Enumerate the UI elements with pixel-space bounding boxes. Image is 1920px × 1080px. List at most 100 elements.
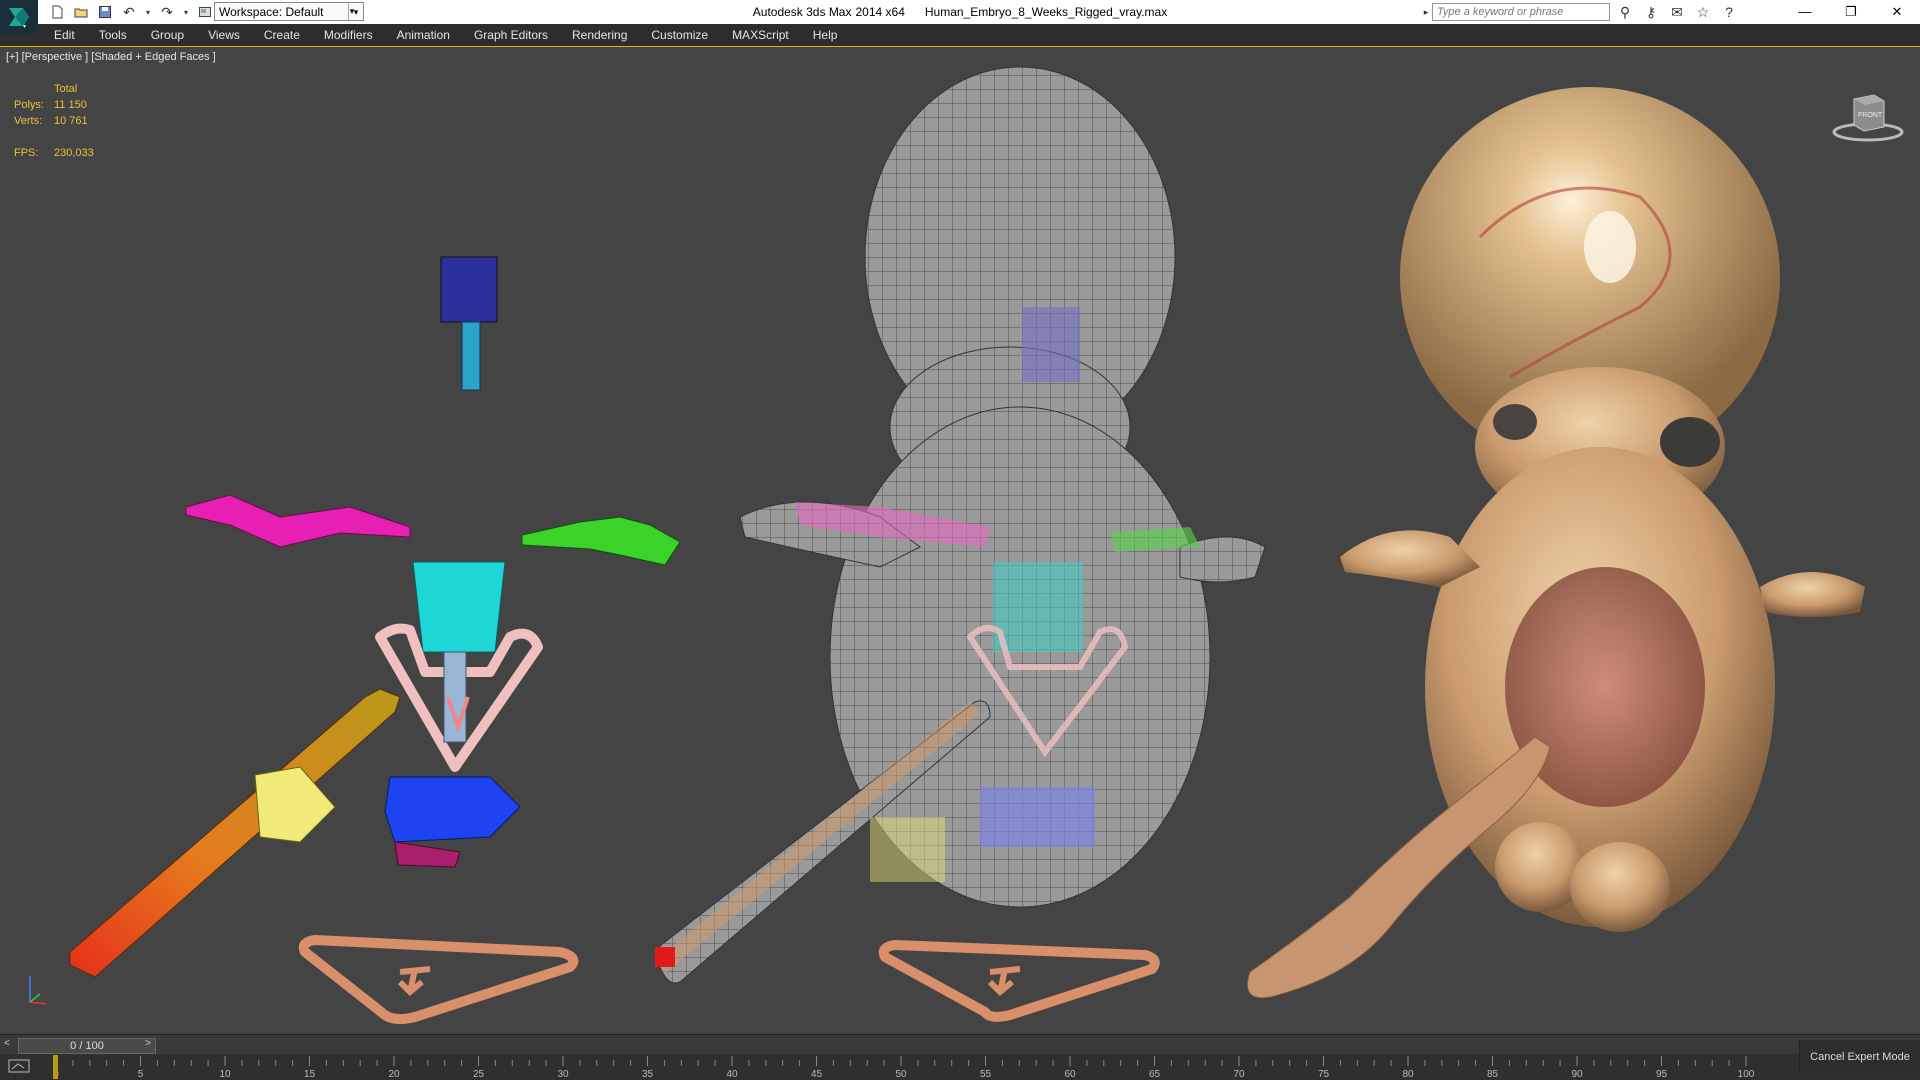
qat-customize-icon[interactable]: ▾ — [346, 2, 358, 21]
verts-value: 10 761 — [54, 115, 88, 127]
spine-bone[interactable] — [412, 561, 506, 653]
favorites-star-icon[interactable]: ☆ — [1694, 3, 1712, 21]
viewcube-face-label: FRONT — [1858, 112, 1883, 119]
workspace-dropdown[interactable]: Workspace: Default ▾ — [214, 2, 364, 21]
umbilical-cord-bones[interactable] — [69, 688, 401, 978]
chevron-right-icon[interactable]: > — [141, 1038, 155, 1052]
frame-tick-label: 25 — [473, 1069, 485, 1080]
menu-animation[interactable]: Animation — [397, 28, 462, 42]
communication-center-icon[interactable]: ✉ — [1668, 3, 1686, 21]
app-menu-button[interactable]: ▾ — [0, 0, 38, 34]
head-bone[interactable] — [440, 256, 498, 323]
frame-tick-label: 40 — [726, 1069, 738, 1080]
menu-views[interactable]: Views — [208, 28, 252, 42]
app-name: Autodesk 3ds Max — [752, 5, 852, 19]
neck-bone[interactable] — [461, 321, 481, 391]
infocenter-search: ▸ — [1420, 2, 1610, 22]
close-button[interactable]: ✕ — [1874, 0, 1920, 24]
menu-edit[interactable]: Edit — [54, 28, 87, 42]
undo-icon[interactable]: ↶ — [120, 3, 138, 21]
svg-text:▾: ▾ — [23, 24, 26, 30]
search-input[interactable] — [1432, 3, 1610, 21]
frame-tick-label: 80 — [1402, 1069, 1414, 1080]
chevron-left-icon[interactable]: < — [4, 1038, 14, 1052]
verts-label: Verts: — [14, 115, 43, 127]
minimize-button[interactable]: — — [1782, 0, 1828, 24]
perspective-viewport[interactable]: [+] [Perspective ] [Shaded + Edged Faces… — [0, 46, 1920, 1035]
frame-tick-label: 100 — [1738, 1069, 1755, 1080]
rendered-embryo-model[interactable] — [1247, 87, 1866, 999]
hip-bone[interactable] — [443, 651, 467, 743]
stats-header: Total — [54, 83, 78, 95]
workspace-label: Workspace: Default — [219, 5, 324, 19]
frame-tick-label: 60 — [1064, 1069, 1076, 1080]
frame-ruler[interactable]: 0510152025303540455055606570758085909510… — [52, 1054, 1792, 1080]
time-slider[interactable]: 0 / 100 — [18, 1038, 156, 1054]
left-leg-bone[interactable] — [254, 766, 336, 843]
left-arm-bone[interactable] — [185, 494, 411, 548]
file-name: Human_Embryo_8_Weeks_Rigged_vray.max — [924, 5, 1168, 19]
save-file-icon[interactable] — [96, 3, 114, 21]
frame-tick-label: 90 — [1571, 1069, 1583, 1080]
frame-tick-label: 15 — [304, 1069, 316, 1080]
maximize-button[interactable]: ❐ — [1828, 0, 1874, 24]
frame-tick-label: 45 — [811, 1069, 823, 1080]
right-arm-bone[interactable] — [521, 516, 681, 566]
menu-graph-editors[interactable]: Graph Editors — [474, 28, 560, 42]
frame-tick-label: 55 — [980, 1069, 992, 1080]
menu-rendering[interactable]: Rendering — [572, 28, 639, 42]
infocenter-tools: ⚲ ⚷ ✉ ☆ ? — [1616, 3, 1738, 21]
menu-create[interactable]: Create — [264, 28, 312, 42]
frame-tick-label: 85 — [1487, 1069, 1499, 1080]
redo-dropdown-icon[interactable]: ▾ — [182, 3, 190, 21]
wireframe-embryo-mesh[interactable] — [654, 66, 1266, 1022]
app-version: 2014 x64 — [855, 5, 905, 19]
project-folder-icon[interactable] — [196, 3, 214, 21]
frame-tick-label: 10 — [219, 1069, 231, 1080]
polys-value: 11 150 — [54, 99, 87, 111]
frame-tick-label: 20 — [388, 1069, 400, 1080]
menu-maxscript[interactable]: MAXScript — [732, 28, 801, 42]
frame-tick-label: 50 — [895, 1069, 907, 1080]
menu-modifiers[interactable]: Modifiers — [324, 28, 385, 42]
track-bar: 0510152025303540455055606570758085909510… — [0, 1054, 1920, 1080]
root-arrow — [397, 966, 431, 997]
viewport-label-menu[interactable]: [+] [Perspective ] [Shaded + Edged Faces… — [6, 51, 216, 63]
open-file-icon[interactable] — [72, 3, 90, 21]
quick-access-toolbar: ↶ ▾ ↷ ▾ — [48, 3, 214, 21]
search-expand-icon[interactable]: ▸ — [1420, 2, 1432, 22]
frame-tick-label: 35 — [642, 1069, 654, 1080]
window-controls: — ❐ ✕ — [1782, 0, 1920, 24]
menu-help[interactable]: Help — [813, 28, 850, 42]
frame-tick-label: 5 — [138, 1069, 144, 1080]
redo-icon[interactable]: ↷ — [158, 3, 176, 21]
time-slider-bar: < 0 / 100 > — [0, 1034, 1920, 1055]
title-bar: ▾ ↶ ▾ ↷ ▾ Workspace: Default ▾ ▾ Autodes… — [0, 0, 1920, 34]
new-file-icon[interactable] — [48, 3, 66, 21]
menu-group[interactable]: Group — [151, 28, 196, 42]
root-control[interactable] — [298, 935, 579, 1025]
frame-tick-label: 70 — [1233, 1069, 1245, 1080]
frame-tick-label: 30 — [557, 1069, 569, 1080]
polys-label: Polys: — [14, 99, 44, 111]
scene-statistics: Total Polys: 11 150 Verts: 10 761 FPS: 230,… — [14, 81, 94, 161]
bone-rig[interactable] — [69, 256, 681, 1025]
mesh-leg-overlay — [980, 787, 1095, 847]
axis-tripod-icon — [29, 976, 47, 1005]
undo-dropdown-icon[interactable]: ▾ — [144, 3, 152, 21]
subscription-key-icon[interactable]: ⚷ — [1642, 3, 1660, 21]
right-leg-bone[interactable] — [384, 776, 521, 843]
help-icon[interactable]: ? — [1720, 3, 1738, 21]
mini-curve-editor-icon[interactable] — [8, 1059, 32, 1075]
menu-customize[interactable]: Customize — [651, 28, 720, 42]
binoculars-icon[interactable]: ⚲ — [1616, 3, 1634, 21]
fps-value: 230,033 — [54, 147, 94, 159]
viewcube-icon[interactable]: FRONT — [1828, 85, 1908, 145]
frame-tick-label: 65 — [1149, 1069, 1161, 1080]
menu-bar: Edit Tools Group Views Create Modifiers … — [0, 24, 1920, 47]
cancel-expert-mode-button[interactable]: Cancel Expert Mode — [1799, 1040, 1920, 1074]
current-frame-marker[interactable] — [53, 1055, 58, 1079]
fps-label: FPS: — [14, 147, 39, 159]
menu-tools[interactable]: Tools — [99, 28, 139, 42]
scene-render — [69, 66, 1866, 1025]
